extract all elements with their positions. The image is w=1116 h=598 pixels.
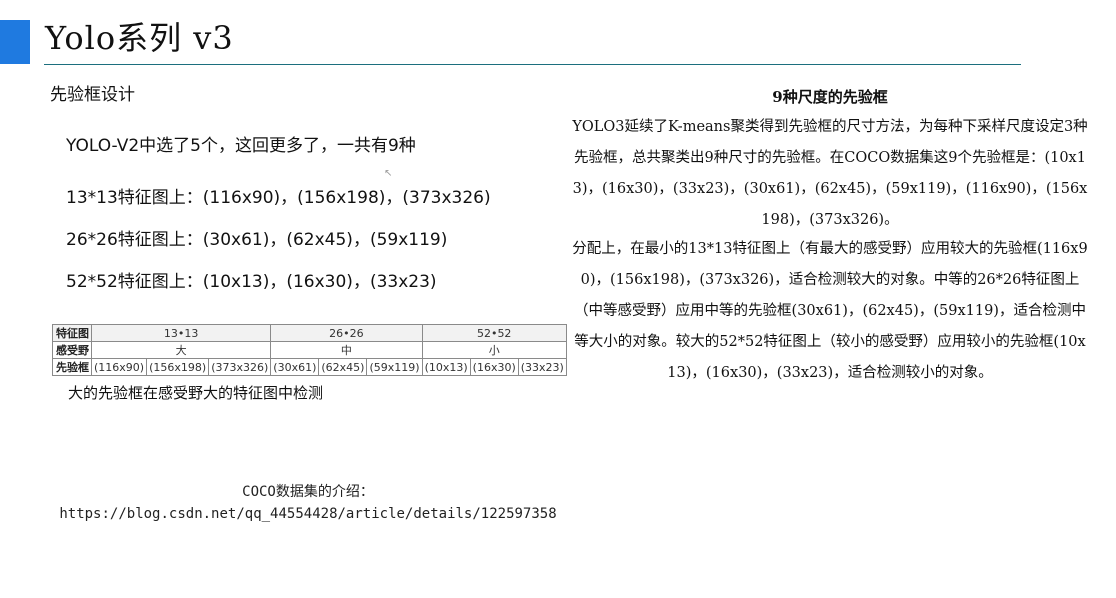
table-cell: (10x13) <box>421 358 471 376</box>
anchor-design-panel: 先验框设计 YOLO-V2中选了5个，这回更多了，一共有9种 13*13特征图上… <box>48 80 568 410</box>
table-cell: 大 <box>90 341 272 359</box>
table-cell: (16x30) <box>469 358 519 376</box>
title-divider <box>44 64 1021 65</box>
table-row: 感受野 大 中 小 <box>52 341 567 359</box>
table-cell: 52•52 <box>421 324 567 342</box>
table-cell: (373x326) <box>208 358 272 376</box>
section-heading: 先验框设计 <box>50 85 135 105</box>
bullet-count: YOLO-V2中选了5个，这回更多了，一共有9种 <box>66 136 416 156</box>
anchor-scales-panel: 9种尺度的先验框 YOLO3延续了K-means聚类得到先验框的尺寸方法，为每种… <box>570 86 1090 389</box>
table-caption: 大的先验框在感受野大的特征图中检测 <box>68 384 324 402</box>
table-row: 特征图 13•13 26•26 52•52 <box>52 324 567 342</box>
bullet-26x26: 26*26特征图上：(30x61)，(62x45)，(59x119) <box>66 230 448 250</box>
coco-link[interactable]: https://blog.csdn.net/qq_44554428/articl… <box>40 503 576 525</box>
anchor-table: 特征图 13•13 26•26 52•52 感受野 大 中 小 先验框 (116… <box>52 324 567 376</box>
table-cell: (59x119) <box>366 358 423 376</box>
table-cell: (33x23) <box>517 358 567 376</box>
coco-label: COCO数据集的介绍： <box>242 484 374 500</box>
table-cell: (62x45) <box>318 358 368 376</box>
table-row-label: 特征图 <box>52 324 92 342</box>
right-heading: 9种尺度的先验框 <box>772 88 888 106</box>
paragraph-assignment: 分配上，在最小的13*13特征图上（有最大的感受野）应用较大的先验框(116x9… <box>572 241 1088 381</box>
table-row-label: 先验框 <box>52 358 92 376</box>
table-cell: 26•26 <box>270 324 423 342</box>
paragraph-kmeans: YOLO3延续了K-means聚类得到先验框的尺寸方法，为每种下采样尺度设定3种… <box>572 119 1088 228</box>
bullet-52x52: 52*52特征图上：(10x13)，(16x30)，(33x23) <box>66 272 437 292</box>
table-cell: (156x198) <box>146 358 210 376</box>
coco-reference: COCO数据集的介绍： https://blog.csdn.net/qq_445… <box>40 481 576 525</box>
mouse-pointer-icon: ↖ <box>384 168 393 179</box>
table-cell: (30x61) <box>270 358 320 376</box>
slide-title: Yolo系列 v3 <box>45 19 234 57</box>
bullet-13x13: 13*13特征图上：(116x90)，(156x198)，(373x326) <box>66 188 491 208</box>
title-accent-bar <box>0 20 30 64</box>
table-cell: 小 <box>421 341 567 359</box>
table-cell: 中 <box>270 341 423 359</box>
table-row: 先验框 (116x90) (156x198) (373x326) (30x61)… <box>52 358 567 376</box>
table-row-label: 感受野 <box>52 341 92 359</box>
table-cell: (116x90) <box>90 358 148 376</box>
table-cell: 13•13 <box>90 324 272 342</box>
